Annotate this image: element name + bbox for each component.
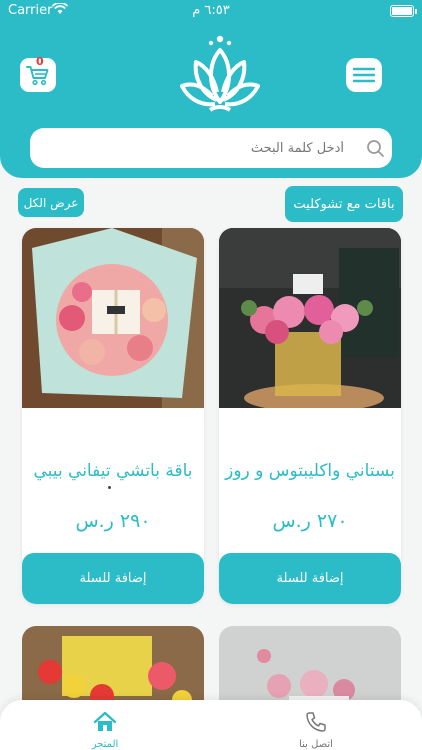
product-name: باقة باتشي تيفاني بيبي <box>33 461 193 481</box>
tab-bar: اتصل بنا المتجر <box>0 700 422 750</box>
product-price: ٢٧٠ ر.س <box>272 510 348 532</box>
product-card[interactable]: بستاني واكليبتوس و روز ٢٧٠ ر.س إضافة للس… <box>219 228 401 604</box>
header: Carrier ٦:٥٣ م 0 <box>0 0 422 178</box>
section-title: باقات مع تشوكليت <box>285 186 403 222</box>
phone-icon <box>306 712 326 732</box>
search-icon[interactable] <box>366 139 384 157</box>
menu-button[interactable] <box>346 58 382 92</box>
lotus-logo <box>180 35 260 112</box>
product-image <box>22 228 204 408</box>
home-icon <box>93 711 117 731</box>
view-all-button[interactable]: عرض الكل <box>18 188 84 217</box>
product-name: بستاني واكليبتوس و روز <box>225 461 395 481</box>
status-time: ٦:٥٣ م <box>192 3 230 18</box>
search-bar <box>30 128 392 168</box>
menu-icon <box>353 67 375 83</box>
battery-icon <box>390 5 414 17</box>
battery-tip <box>415 9 417 14</box>
tab-store-label: المتجر <box>91 739 119 750</box>
separator-dot <box>108 486 111 489</box>
tab-store[interactable]: المتجر <box>65 704 145 750</box>
tab-contact[interactable]: اتصل بنا <box>276 704 356 750</box>
product-image <box>219 228 401 408</box>
add-to-cart-button[interactable]: إضافة للسلة <box>22 553 204 604</box>
cart-button[interactable]: 0 <box>20 55 56 92</box>
tab-contact-label: اتصل بنا <box>299 739 333 750</box>
add-to-cart-button[interactable]: إضافة للسلة <box>219 553 401 604</box>
status-bar: Carrier ٦:٥٣ م <box>0 0 422 22</box>
product-price: ٢٩٠ ر.س <box>75 510 151 532</box>
search-input[interactable] <box>44 128 344 168</box>
product-card[interactable]: باقة باتشي تيفاني بيبي ٢٩٠ ر.س إضافة للس… <box>22 228 204 604</box>
cart-count-badge: 0 <box>36 55 44 68</box>
